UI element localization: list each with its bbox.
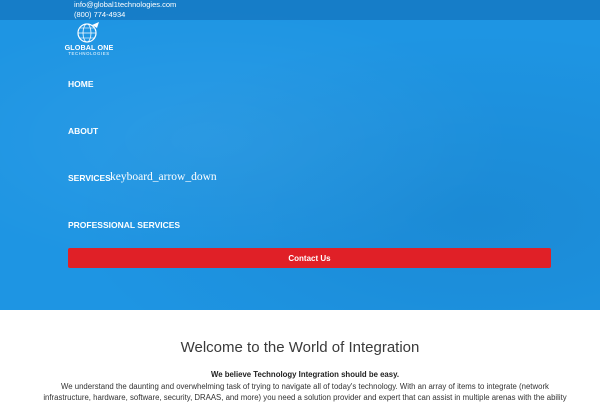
chevron-down-icon[interactable]: keyboard_arrow_down (110, 171, 217, 183)
phone-link[interactable]: (800) 774-4934 (74, 10, 125, 20)
intro-paragraph-line-2: infrastructure, hardware, software, secu… (43, 393, 567, 402)
contact-us-button[interactable]: Contact Us (68, 248, 551, 268)
logo-subtitle: TECHNOLOGIES (68, 51, 110, 56)
nav-item-home[interactable]: HOME (68, 79, 94, 89)
hero-section: info@global1technologies.com (800) 774-4… (0, 0, 600, 310)
email-link[interactable]: info@global1technologies.com (74, 0, 176, 10)
tagline-text: We believe Technology Integration should… (210, 370, 400, 379)
nav-item-professional-services[interactable]: PROFESSIONAL SERVICES (68, 220, 180, 230)
nav-item-about[interactable]: ABOUT (68, 126, 98, 136)
top-contact-bar: info@global1technologies.com (800) 774-4… (0, 0, 600, 20)
globe-icon (77, 22, 99, 43)
intro-paragraph-line-1: We understand the daunting and overwhelm… (61, 382, 549, 391)
company-logo[interactable]: GLOBAL ONE TECHNOLOGIES (62, 22, 116, 58)
logo-name: GLOBAL ONE (64, 43, 114, 52)
page-title: Welcome to the World of Integration (180, 339, 420, 356)
nav-item-services[interactable]: SERVICES (68, 173, 111, 183)
